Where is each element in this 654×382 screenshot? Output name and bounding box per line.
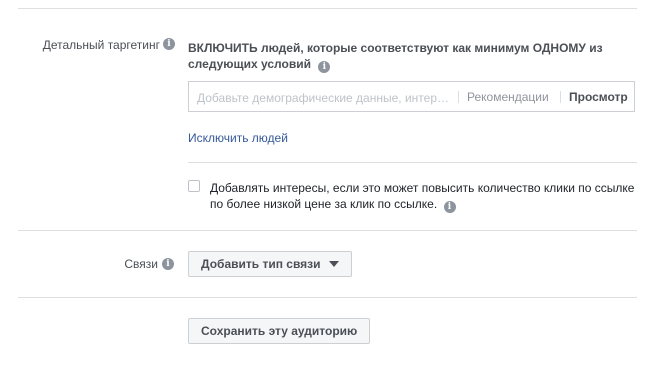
search-box-separator-2 [560, 91, 561, 103]
detailed-expansion-text: Добавлять интересы, если это может повыс… [210, 180, 640, 213]
chevron-down-icon [328, 260, 339, 267]
search-box-separator [458, 91, 459, 103]
include-criteria-info-icon[interactable]: i [318, 61, 331, 73]
add-connection-type-label: Добавить тип связи [201, 257, 321, 271]
targeting-search-box[interactable]: Добавьте демографические данные, интер… … [188, 81, 635, 112]
connections-info-icon[interactable]: i [162, 258, 174, 270]
targeting-search-input[interactable]: Добавьте демографические данные, интер… [197, 91, 455, 105]
add-connection-type-button[interactable]: Добавить тип связи [188, 251, 352, 277]
recommendations-button[interactable]: Рекомендации [467, 90, 549, 104]
targeting-inner-divider [188, 162, 637, 163]
include-criteria-line2: следующих условий [188, 57, 311, 71]
section-divider-1 [18, 230, 637, 231]
section-divider-2 [18, 297, 637, 298]
top-divider [18, 8, 637, 9]
detailed-expansion-checkbox[interactable] [188, 180, 200, 192]
connections-label: Связи [124, 257, 158, 271]
browse-button[interactable]: Просмотр [569, 90, 628, 104]
detailed-targeting-info-icon[interactable]: i [163, 38, 175, 50]
include-criteria-text: ВКЛЮЧИТЬ людей, которые соответствуют ка… [188, 40, 638, 73]
detailed-expansion-info-icon[interactable]: i [443, 201, 456, 213]
include-criteria-line1: ВКЛЮЧИТЬ людей, которые соответствуют ка… [188, 41, 603, 55]
detailed-targeting-label: Детальный таргетинг [42, 38, 160, 52]
detailed-expansion-line2: по более низкой цене за клик по ссылке. [210, 197, 438, 211]
detailed-expansion-line1: Добавлять интересы, если это может повыс… [210, 181, 635, 195]
save-audience-button[interactable]: Сохранить эту аудиторию [188, 318, 371, 344]
exclude-people-link[interactable]: Исключить людей [188, 131, 288, 145]
